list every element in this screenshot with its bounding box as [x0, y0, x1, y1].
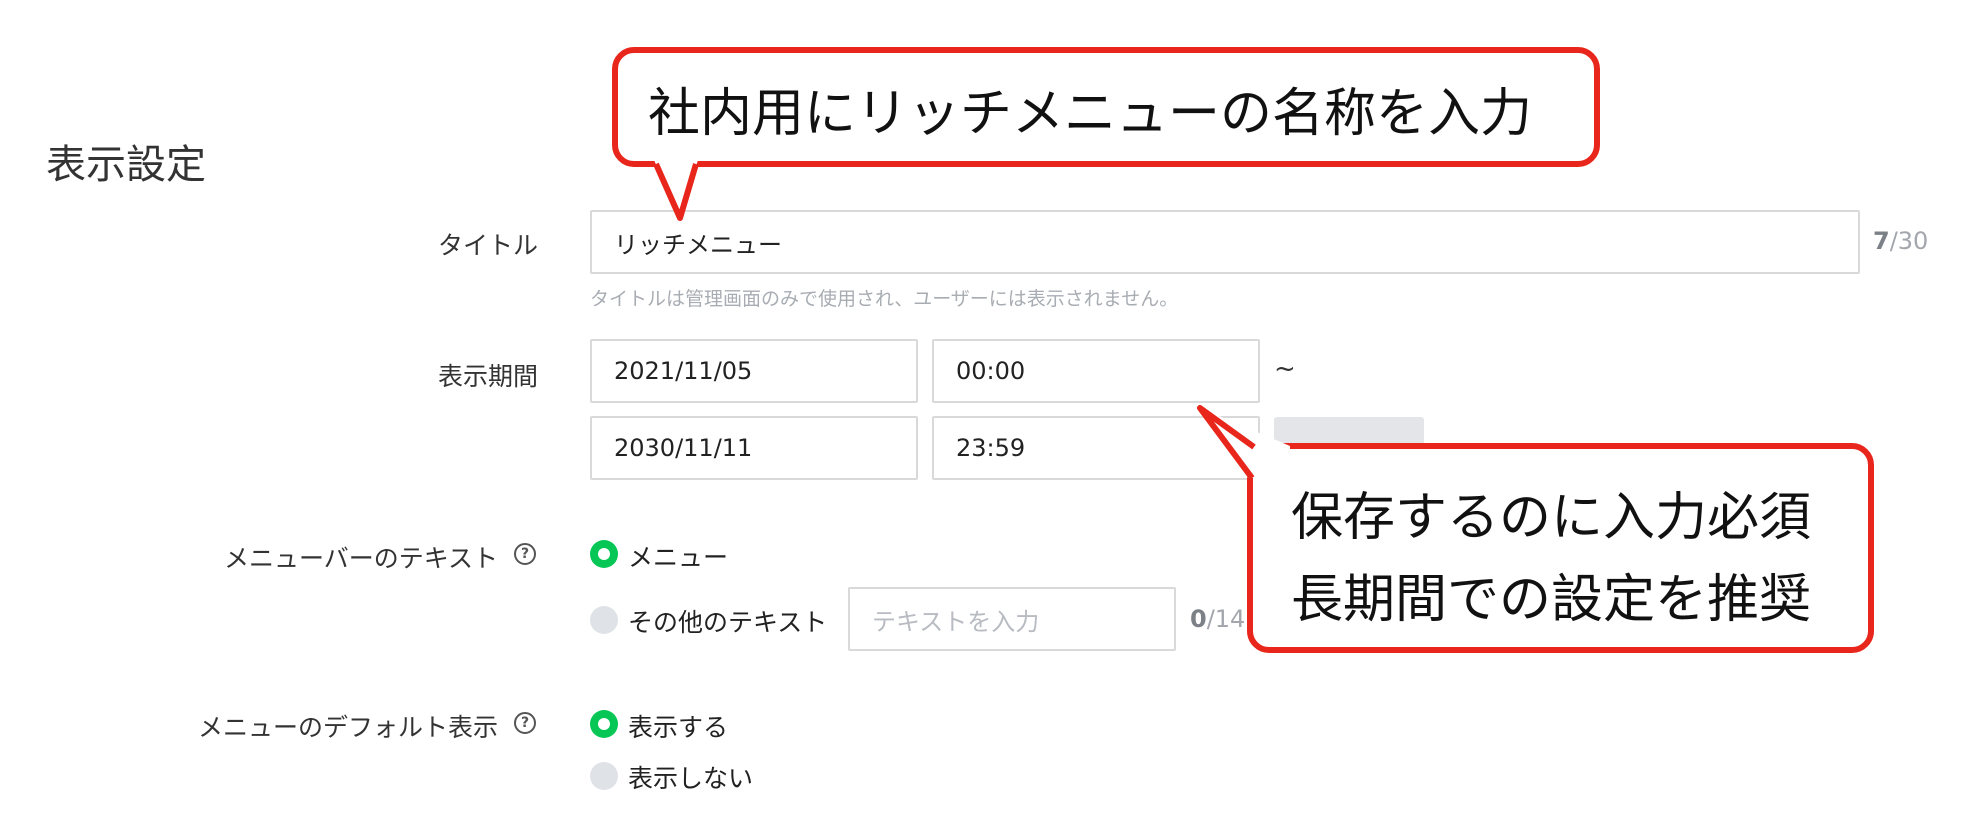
- menubar-counter-current: 0: [1190, 605, 1207, 633]
- menubar-other-text-placeholder: テキストを入力: [872, 607, 1040, 636]
- menubar-help-icon[interactable]: ?: [514, 543, 536, 565]
- period-separator: ~: [1274, 354, 1296, 384]
- title-counter-current: 7: [1873, 227, 1890, 255]
- end-date-value: 2030/11/11: [614, 434, 753, 462]
- period-label: 表示期間: [437, 362, 538, 391]
- menubar-char-counter: 0/14: [1190, 605, 1245, 633]
- start-time-input[interactable]: 00:00: [932, 339, 1260, 403]
- default-display-label: メニューのデフォルト表示: [197, 713, 498, 742]
- title-hint: タイトルは管理画面のみで使用され、ユーザーには表示されません。: [590, 288, 1179, 310]
- radio-menubar-menu[interactable]: [590, 540, 618, 568]
- callout-period-pointer: [1197, 405, 1290, 480]
- radio-default-hide-label: 表示しない: [628, 764, 754, 793]
- callout-title: 社内用にリッチメニューの名称を入力: [612, 47, 1600, 167]
- radio-default-show[interactable]: [590, 710, 618, 738]
- end-date-input[interactable]: 2030/11/11: [590, 416, 918, 480]
- title-counter-max: /30: [1889, 227, 1929, 255]
- radio-menubar-other[interactable]: [590, 606, 618, 634]
- menubar-other-text-input[interactable]: テキストを入力: [848, 587, 1176, 651]
- callout-period-line1: 保存するのに入力必須: [1291, 488, 1812, 548]
- end-time-value: 23:59: [956, 434, 1026, 462]
- radio-default-show-label: 表示する: [628, 713, 729, 742]
- title-label: タイトル: [437, 231, 538, 260]
- start-time-value: 00:00: [956, 357, 1026, 385]
- menubar-text-label: メニューバーのテキスト: [223, 544, 498, 573]
- callout-period: 保存するのに入力必須 長期間での設定を推奨: [1247, 443, 1874, 653]
- start-date-input[interactable]: 2021/11/05: [590, 339, 918, 403]
- radio-menubar-other-label: その他のテキスト: [628, 608, 828, 637]
- title-input-value: リッチメニュー: [614, 230, 782, 259]
- callout-title-pointer: [653, 160, 699, 221]
- radio-default-hide[interactable]: [590, 762, 618, 790]
- title-input[interactable]: リッチメニュー: [590, 210, 1860, 274]
- callout-period-line2: 長期間での設定を推奨: [1291, 570, 1812, 630]
- menubar-counter-max: /14: [1206, 605, 1246, 633]
- callout-title-text: 社内用にリッチメニューの名称を入力: [648, 84, 1533, 144]
- section-title: 表示設定: [46, 142, 206, 188]
- radio-menubar-menu-label: メニュー: [628, 543, 729, 572]
- title-char-counter: 7/30: [1873, 227, 1928, 255]
- default-display-help-icon[interactable]: ?: [514, 712, 536, 734]
- start-date-value: 2021/11/05: [614, 357, 753, 385]
